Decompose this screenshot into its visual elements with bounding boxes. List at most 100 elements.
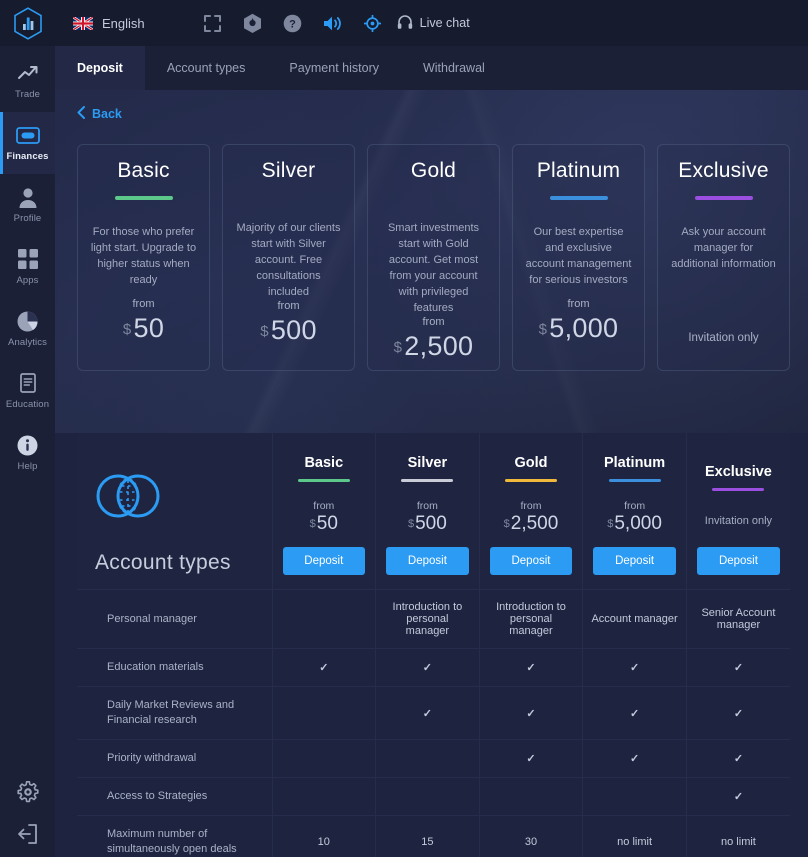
sidebar-bottom-actions xyxy=(0,779,55,857)
language-selector[interactable]: English xyxy=(73,16,145,31)
plan-accent-bar xyxy=(695,196,753,200)
grid-icon xyxy=(18,248,38,270)
back-button[interactable]: Back xyxy=(77,106,122,122)
table-row: Education materials ✓ ✓ ✓ ✓ ✓ xyxy=(77,649,790,687)
feature-value: ✓ xyxy=(376,687,480,740)
sidebar-item-analytics[interactable]: Analytics xyxy=(0,298,55,360)
target-icon[interactable] xyxy=(353,0,393,46)
book-icon xyxy=(18,372,38,394)
trend-up-icon xyxy=(17,62,39,84)
plan-price: $2,500 xyxy=(394,331,474,362)
live-chat-label: Live chat xyxy=(420,16,470,30)
feature-value: ✓ xyxy=(479,740,583,778)
plan-cards: Basic For those who prefer light start. … xyxy=(55,124,808,371)
plan-card-gold[interactable]: Gold Smart investments start with Gold a… xyxy=(367,144,500,371)
feature-value xyxy=(272,740,376,778)
account-types-panel: Account types Basic from $50 Silver from xyxy=(55,433,808,857)
column-title: Silver xyxy=(382,455,473,471)
feature-value: no limit xyxy=(583,816,687,857)
logout-icon[interactable] xyxy=(15,821,41,847)
currency-symbol: $ xyxy=(260,323,269,340)
panel-title: Account types xyxy=(95,551,272,575)
feature-value xyxy=(376,778,480,816)
column-from-label: from xyxy=(382,500,473,512)
feature-value: Senior Account manager xyxy=(686,590,790,649)
sidebar-item-profile[interactable]: Profile xyxy=(0,174,55,236)
feature-label: Education materials xyxy=(77,649,272,687)
tab-account-types[interactable]: Account types xyxy=(145,46,268,90)
plan-accent-bar xyxy=(550,196,608,200)
plan-card-platinum[interactable]: Platinum Our best expertise and exclusiv… xyxy=(512,144,645,371)
column-price: $5,000 xyxy=(589,513,680,535)
plan-title: Basic xyxy=(117,159,169,183)
feature-label: Personal manager xyxy=(77,590,272,649)
feature-value: Account manager xyxy=(583,590,687,649)
table-header-row: Account types Basic from $50 Silver from xyxy=(77,433,790,535)
currency-symbol: $ xyxy=(394,339,403,356)
fullscreen-icon[interactable] xyxy=(193,0,233,46)
sidebar-item-apps[interactable]: Apps xyxy=(0,236,55,298)
plan-card-exclusive[interactable]: Exclusive Ask your account manager for a… xyxy=(657,144,790,371)
deposit-button-basic[interactable]: Deposit xyxy=(283,547,366,575)
feature-value: ✓ xyxy=(686,778,790,816)
feature-value: ✓ xyxy=(686,687,790,740)
deposit-button-gold[interactable]: Deposit xyxy=(490,547,573,575)
live-chat-button[interactable]: Live chat xyxy=(397,14,470,33)
feature-value xyxy=(272,687,376,740)
sidebar-item-label: Apps xyxy=(16,275,38,286)
plan-price-block: from $5,000 xyxy=(539,298,619,370)
column-title: Exclusive xyxy=(693,464,784,480)
feature-value: ✓ xyxy=(376,649,480,687)
table-row: Priority withdrawal ✓ ✓ ✓ xyxy=(77,740,790,778)
sound-icon[interactable] xyxy=(313,0,353,46)
feature-value xyxy=(272,590,376,649)
plan-title: Silver xyxy=(262,159,316,183)
feature-label: Access to Strategies xyxy=(77,778,272,816)
headset-icon xyxy=(397,14,413,33)
plan-from-label: from xyxy=(539,298,619,310)
column-accent-bar xyxy=(505,479,557,482)
sidebar-item-help[interactable]: Help xyxy=(0,422,55,484)
chevron-left-icon xyxy=(77,106,85,122)
currency-symbol: $ xyxy=(607,518,613,530)
plan-price-value: 50 xyxy=(134,313,165,343)
plan-price-block: from $500 xyxy=(260,300,317,372)
column-title: Platinum xyxy=(589,455,680,471)
tab-deposit[interactable]: Deposit xyxy=(55,46,145,90)
column-price-value: 5,000 xyxy=(614,513,662,534)
sidebar-item-education[interactable]: Education xyxy=(0,360,55,422)
column-price: $500 xyxy=(382,513,473,535)
table-col-header-gold: Gold from $2,500 xyxy=(479,433,583,535)
feature-value: Introduction to personal manager xyxy=(376,590,480,649)
svg-text:?: ? xyxy=(289,18,296,30)
sidebar-item-finances[interactable]: Finances xyxy=(0,112,55,174)
feature-value: no limit xyxy=(686,816,790,857)
plan-price-block: from $2,500 xyxy=(394,316,474,388)
sidebar-item-label: Profile xyxy=(14,213,42,224)
info-circle-icon xyxy=(17,434,38,456)
settings-hex-icon[interactable] xyxy=(233,0,273,46)
deposit-button-exclusive[interactable]: Deposit xyxy=(697,547,780,575)
feature-value xyxy=(376,740,480,778)
app-logo[interactable] xyxy=(0,0,55,46)
feature-value: ✓ xyxy=(583,740,687,778)
plan-card-silver[interactable]: Silver Majority of our clients start wit… xyxy=(222,144,355,371)
column-from-label: from xyxy=(486,500,577,512)
help-circle-icon[interactable]: ? xyxy=(273,0,313,46)
invitation-only-label: Invitation only xyxy=(688,332,758,344)
tab-withdrawal[interactable]: Withdrawal xyxy=(401,46,507,90)
settings-gear-icon[interactable] xyxy=(15,779,41,805)
sidebar-item-trade[interactable]: Trade xyxy=(0,50,55,112)
deposit-button-platinum[interactable]: Deposit xyxy=(593,547,676,575)
feature-label: Priority withdrawal xyxy=(77,740,272,778)
feature-value xyxy=(272,778,376,816)
plan-card-basic[interactable]: Basic For those who prefer light start. … xyxy=(77,144,210,371)
plan-description: Smart investments start with Gold accoun… xyxy=(380,220,487,316)
deposit-cell-gold: Deposit xyxy=(479,535,583,590)
tab-payment-history[interactable]: Payment history xyxy=(267,46,401,90)
deposit-button-silver[interactable]: Deposit xyxy=(386,547,469,575)
topbar: English ? xyxy=(55,0,808,46)
table-col-header-platinum: Platinum from $5,000 xyxy=(583,433,687,535)
sidebar-nav: Trade Finances Profile Apps xyxy=(0,46,55,779)
column-price: $50 xyxy=(279,513,370,535)
